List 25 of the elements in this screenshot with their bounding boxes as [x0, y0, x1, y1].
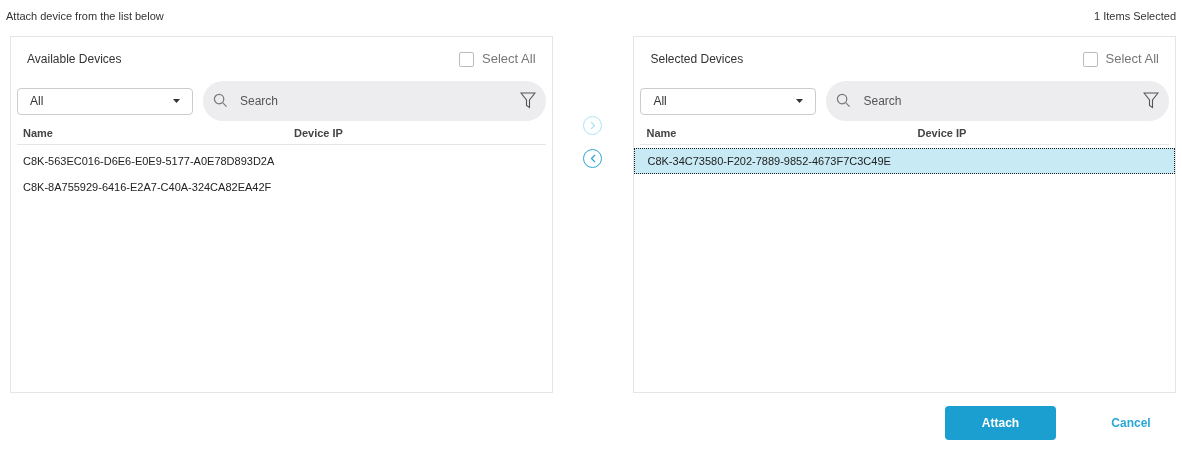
column-header: Device IP	[294, 125, 343, 141]
selection-count: 1 Items Selected	[1094, 9, 1176, 24]
column-header: Device IP	[917, 125, 967, 141]
device-row[interactable]: C8K-34C73580-F202-7889-9852-4673F7C3C49E	[634, 148, 1175, 174]
chevron-right-icon	[590, 121, 596, 130]
filter-dropdown[interactable]: All	[640, 87, 817, 115]
select-all-checkbox[interactable]: Select All	[459, 49, 536, 69]
filter-icon[interactable]	[519, 92, 536, 109]
filter-dropdown[interactable]: All	[17, 87, 193, 115]
panel-title: Available Devices	[27, 51, 122, 68]
chevron-left-icon	[590, 154, 596, 163]
filter-icon[interactable]	[1143, 92, 1159, 109]
panel-title: Selected Devices	[650, 51, 744, 68]
column-header: Name	[646, 125, 678, 141]
search-field[interactable]: Search	[203, 81, 546, 121]
select-all-checkbox[interactable]: Select All	[1082, 49, 1159, 69]
instruction-text: Attach device from the list below	[6, 9, 164, 24]
search-icon	[836, 93, 852, 108]
search-icon	[213, 93, 228, 108]
device-row[interactable]: C8K-8A755929-6416-E2A7-C40A-324CA82EA42F	[17, 174, 546, 200]
column-header: Name	[23, 125, 54, 141]
search-field[interactable]: Search	[826, 81, 1169, 121]
caret-icon	[173, 99, 180, 103]
device-row[interactable]: C8K-563EC016-D6E6-E0E9-5177-A0E78D893D2A	[17, 148, 546, 174]
caret-icon	[796, 99, 804, 103]
